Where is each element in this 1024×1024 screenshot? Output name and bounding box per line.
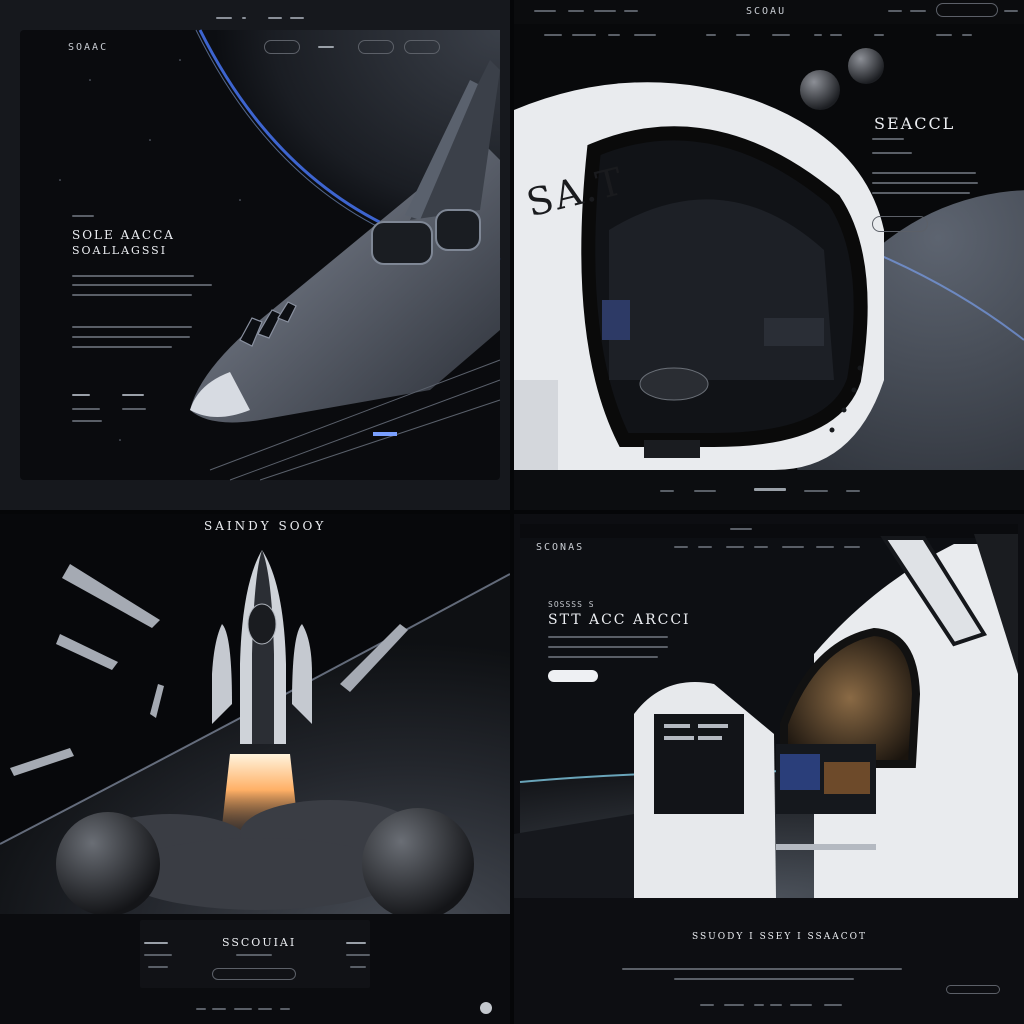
panel-shuttle-landing: SOAAC SOLE AACCA SOALLAGSSI [0, 0, 510, 510]
nav-pill-3[interactable] [404, 40, 440, 54]
footer-search[interactable] [212, 968, 296, 980]
nav-pill-1[interactable] [264, 40, 300, 54]
login-button[interactable] [936, 3, 998, 17]
nav-pill-2[interactable] [358, 40, 394, 54]
nav-link[interactable] [594, 10, 616, 12]
nav-link[interactable] [624, 10, 638, 12]
page-title: SAINDY SOOY [204, 519, 327, 533]
footer-link-1-sub [144, 954, 172, 956]
hero-eyebrow: SOSSSS S [548, 600, 595, 609]
hero-subheadline: SOALLAGSSI [72, 244, 168, 257]
hero-headline: SOLE AACCA [72, 228, 175, 242]
hero-headline: STT ACC ARCCI [548, 612, 691, 628]
panel-capsule-cockpit: SA.T SCOAU SEACCL [514, 0, 1024, 510]
menu-link[interactable] [1004, 10, 1018, 12]
nav-link[interactable] [534, 10, 556, 12]
shuttle-interior-art [514, 524, 1024, 1024]
footer-link-1-sub2 [148, 966, 168, 968]
side-title: SEACCL [874, 114, 956, 133]
cta-button[interactable] [872, 216, 928, 232]
subscribe-input[interactable] [946, 985, 1000, 994]
side-meta [872, 152, 912, 154]
nav-link[interactable] [568, 10, 584, 12]
footer-subtitle [236, 954, 272, 956]
footer-link-1[interactable] [144, 942, 168, 944]
stat-value-1b [72, 420, 102, 422]
nav-link[interactable] [318, 46, 334, 48]
panel-shuttle-interior: SCONAS SOSSSS S STT ACC ARCCI SSUODY I S… [514, 514, 1024, 1024]
brand-logo[interactable]: SCOAU [746, 6, 786, 17]
nav-item[interactable] [268, 17, 282, 19]
capsule-cockpit-art [514, 0, 1024, 510]
stat-value-2 [122, 408, 146, 410]
footer-title: SSCOUIAI [222, 936, 297, 949]
top-tab[interactable] [730, 528, 752, 530]
footer-link-2-sub [346, 954, 370, 956]
nav-link[interactable] [910, 10, 926, 12]
brand-logo[interactable]: SOAAC [68, 42, 108, 53]
stat-label-2 [122, 394, 144, 396]
footer-title: SSUODY I SSEY I SSAACOT [692, 932, 867, 942]
social-icon[interactable] [480, 1002, 492, 1014]
nav-item[interactable] [216, 17, 232, 19]
nav-item[interactable] [290, 17, 304, 19]
footer-link-2-sub2 [350, 966, 366, 968]
nav-item[interactable] [242, 17, 246, 19]
brand-logo[interactable]: SCONAS [536, 542, 584, 553]
eyebrow-text [72, 215, 94, 217]
footer-link-2[interactable] [346, 942, 366, 944]
cta-button[interactable] [548, 670, 598, 682]
panel-rocket-launch: SAINDY SOOY SSCOUIAI [0, 514, 510, 1024]
stat-value-1 [72, 408, 100, 410]
side-subtitle [872, 138, 904, 140]
stat-label-1 [72, 394, 90, 396]
nav-link[interactable] [888, 10, 902, 12]
